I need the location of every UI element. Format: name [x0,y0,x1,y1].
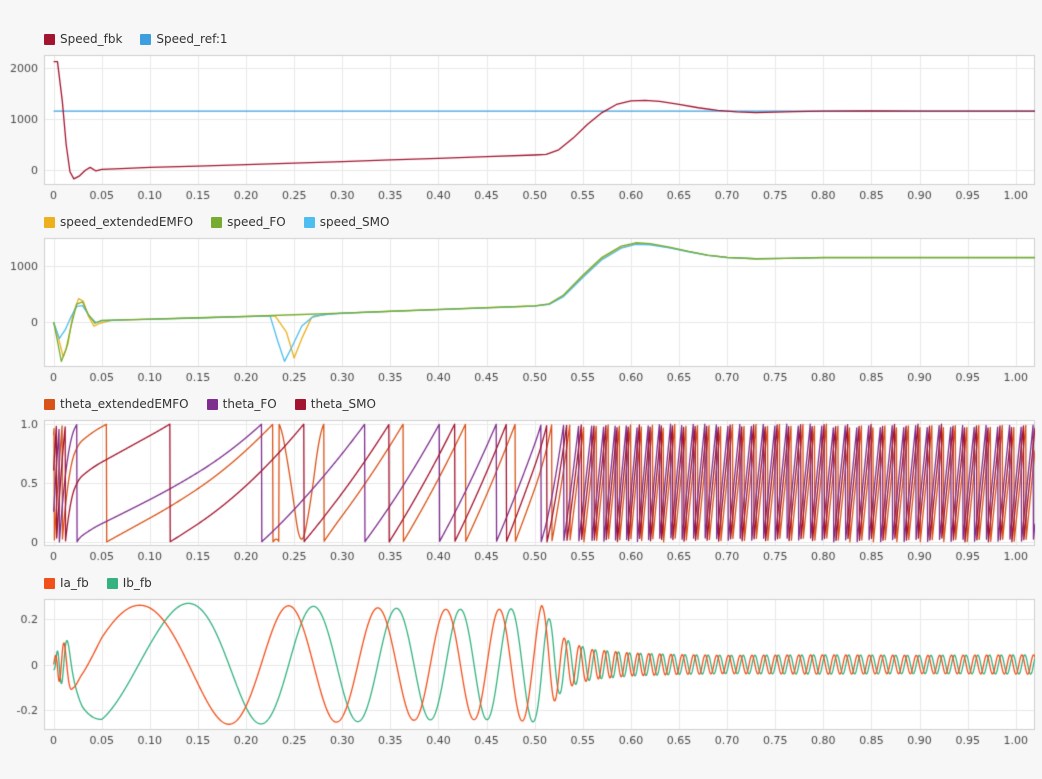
estimated-speed-plot-canvas[interactable] [0,234,1042,385]
legend-item-speed-ref[interactable]: Speed_ref:1 [140,32,227,46]
current-legend: Ia_fb Ib_fb [44,574,1042,592]
legend-label: Speed_ref:1 [156,32,227,46]
current-chart-panel: Ia_fb Ib_fb [0,574,1042,748]
legend-item-ia-fb[interactable]: Ia_fb [44,576,89,590]
theta-legend: theta_extendedEMFO theta_FO theta_SMO [44,395,1042,413]
legend-label: Ib_fb [123,576,152,590]
current-plot-canvas[interactable] [0,595,1042,748]
legend-label: speed_FO [227,215,286,229]
speed-plot-canvas[interactable] [0,51,1042,203]
legend-item-speed-extendedemfo[interactable]: speed_extendedEMFO [44,215,193,229]
estimated-speed-chart-panel: speed_extendedEMFO speed_FO speed_SMO [0,213,1042,385]
legend-swatch-icon [140,34,151,45]
legend-item-theta-fo[interactable]: theta_FO [207,397,277,411]
theta-chart-panel: theta_extendedEMFO theta_FO theta_SMO [0,395,1042,564]
theta-plot-canvas[interactable] [0,416,1042,564]
legend-label: Ia_fb [60,576,89,590]
legend-label: Speed_fbk [60,32,122,46]
legend-label: theta_extendedEMFO [60,397,189,411]
legend-item-theta-smo[interactable]: theta_SMO [295,397,376,411]
legend-swatch-icon [304,217,315,228]
legend-item-speed-fbk[interactable]: Speed_fbk [44,32,122,46]
legend-item-ib-fb[interactable]: Ib_fb [107,576,152,590]
legend-swatch-icon [44,217,55,228]
legend-label: speed_SMO [320,215,390,229]
estimated-speed-legend: speed_extendedEMFO speed_FO speed_SMO [44,213,1042,231]
legend-swatch-icon [295,399,306,410]
legend-swatch-icon [44,399,55,410]
legend-item-theta-extendedemfo[interactable]: theta_extendedEMFO [44,397,189,411]
legend-swatch-icon [44,34,55,45]
legend-label: theta_SMO [311,397,376,411]
legend-label: speed_extendedEMFO [60,215,193,229]
legend-swatch-icon [107,578,118,589]
legend-swatch-icon [44,578,55,589]
legend-swatch-icon [211,217,222,228]
legend-item-speed-smo[interactable]: speed_SMO [304,215,390,229]
speed-chart-panel: Speed_fbk Speed_ref:1 [0,30,1042,203]
speed-legend: Speed_fbk Speed_ref:1 [44,30,1042,48]
legend-swatch-icon [207,399,218,410]
scope-view: Speed_fbk Speed_ref:1 speed_extendedEMFO… [0,0,1042,748]
legend-item-speed-fo[interactable]: speed_FO [211,215,286,229]
legend-label: theta_FO [223,397,277,411]
